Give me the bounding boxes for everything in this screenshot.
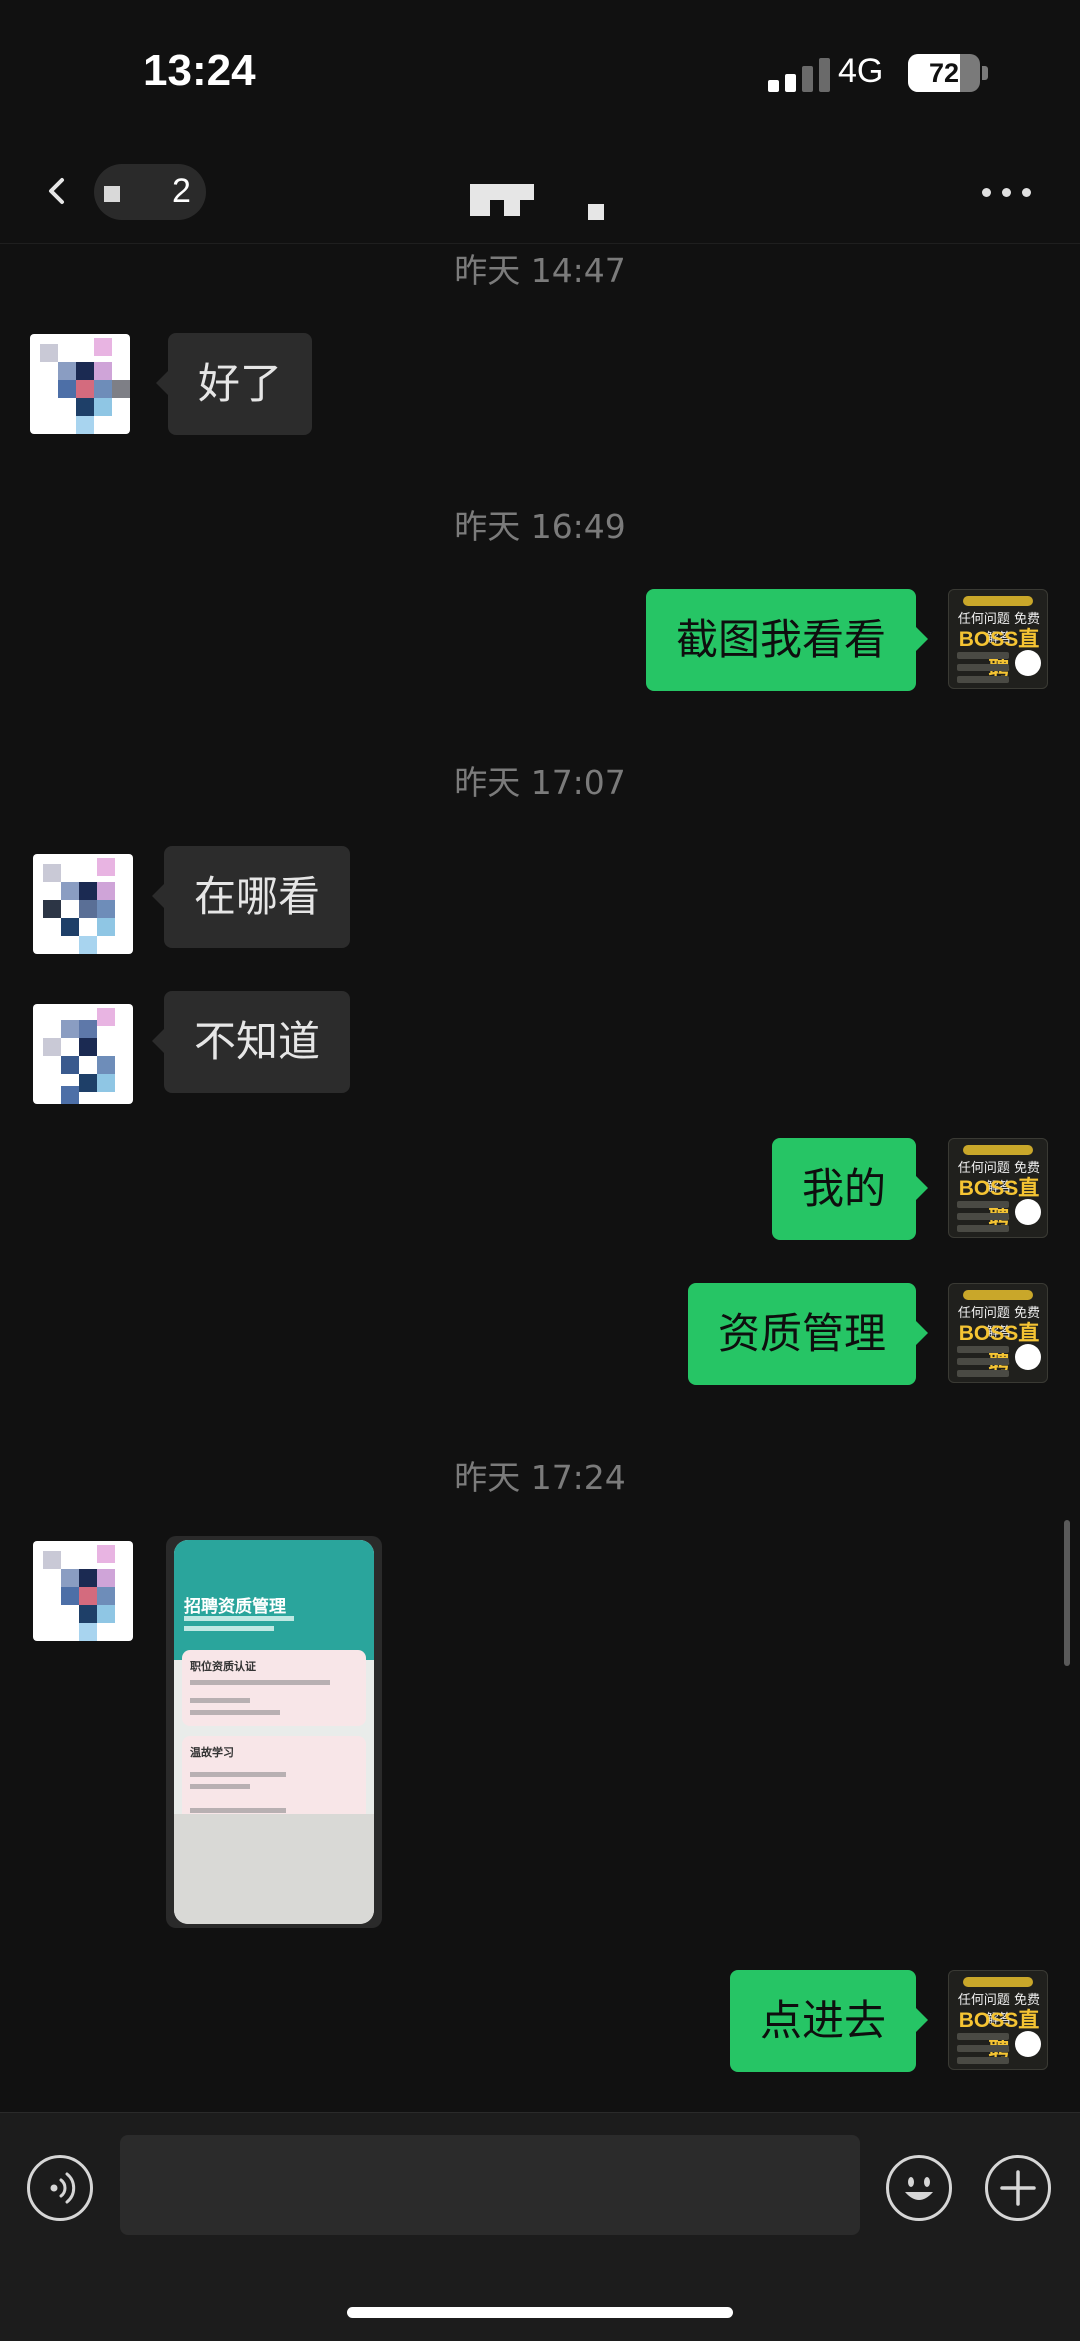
chat-input-bar — [0, 2112, 1080, 2341]
chat-nav-bar: 2 — [0, 140, 1080, 244]
image-message[interactable]: 招聘资质管理 职位资质认证 温故学习 — [166, 1536, 382, 1928]
contact-avatar[interactable] — [33, 1004, 133, 1104]
message-bubble-incoming[interactable]: 不知道 — [151, 991, 351, 1093]
contact-name-pixelated — [470, 184, 610, 228]
status-bar: 13:24 4G 72 — [0, 0, 1080, 140]
screenshot-card: 职位资质认证 — [182, 1650, 366, 1726]
timestamp: 昨天 17:07 — [454, 763, 626, 802]
my-avatar[interactable]: 任何问题 免费解答 BOSS直聘 — [948, 1283, 1048, 1383]
emoji-icon — [905, 2177, 933, 2200]
avatar-logo-icon — [1015, 650, 1041, 676]
my-avatar[interactable]: 任何问题 免费解答 BOSS直聘 — [948, 1138, 1048, 1238]
message-bubble-incoming[interactable]: 好了 — [155, 333, 313, 435]
message-bubble-outgoing[interactable]: 我的 — [771, 1138, 929, 1240]
avatar-logo-icon — [1015, 1199, 1041, 1225]
battery-tip — [982, 66, 988, 80]
avatar-logo-icon — [1015, 1344, 1041, 1370]
chat-scrollbar[interactable] — [1064, 1520, 1070, 1666]
back-button[interactable]: 2 — [34, 162, 206, 222]
signal-strength-icon — [768, 58, 832, 92]
battery-icon: 72 — [908, 54, 980, 92]
more-options-button[interactable] — [982, 182, 1034, 202]
emoji-button[interactable] — [886, 2155, 952, 2221]
contact-avatar[interactable] — [33, 854, 133, 954]
message-bubble-outgoing[interactable]: 点进去 — [729, 1970, 929, 2072]
status-time: 13:24 — [143, 46, 256, 95]
message-bubble-incoming[interactable]: 在哪看 — [151, 846, 351, 948]
voice-button[interactable] — [27, 2155, 93, 2221]
message-input[interactable] — [120, 2135, 860, 2235]
plus-button[interactable] — [985, 2155, 1051, 2221]
timestamp: 昨天 14:47 — [454, 251, 626, 290]
message-bubble-outgoing[interactable]: 截图我看看 — [645, 589, 929, 691]
network-type: 4G — [838, 52, 884, 90]
my-avatar[interactable]: 任何问题 免费解答 BOSS直聘 — [948, 589, 1048, 689]
home-indicator[interactable] — [347, 2307, 733, 2318]
plus-icon — [1000, 2170, 1036, 2206]
avatar-logo-icon — [1015, 2031, 1041, 2057]
screenshot-preview: 招聘资质管理 职位资质认证 温故学习 — [174, 1540, 374, 1924]
battery-level: 72 — [928, 58, 960, 88]
chevron-left-icon — [49, 178, 64, 204]
unread-count: 2 — [172, 172, 191, 210]
timestamp: 昨天 16:49 — [454, 507, 626, 546]
contact-avatar[interactable] — [30, 334, 130, 434]
unread-badge: 2 — [94, 164, 206, 220]
my-avatar[interactable]: 任何问题 免费解答 BOSS直聘 — [948, 1970, 1048, 2070]
timestamp: 昨天 17:24 — [454, 1458, 626, 1497]
screenshot-title: 招聘资质管理 — [184, 1597, 286, 1617]
voice-icon — [50, 2172, 76, 2204]
message-bubble-outgoing[interactable]: 资质管理 — [687, 1283, 929, 1385]
contact-avatar[interactable] — [33, 1541, 133, 1641]
